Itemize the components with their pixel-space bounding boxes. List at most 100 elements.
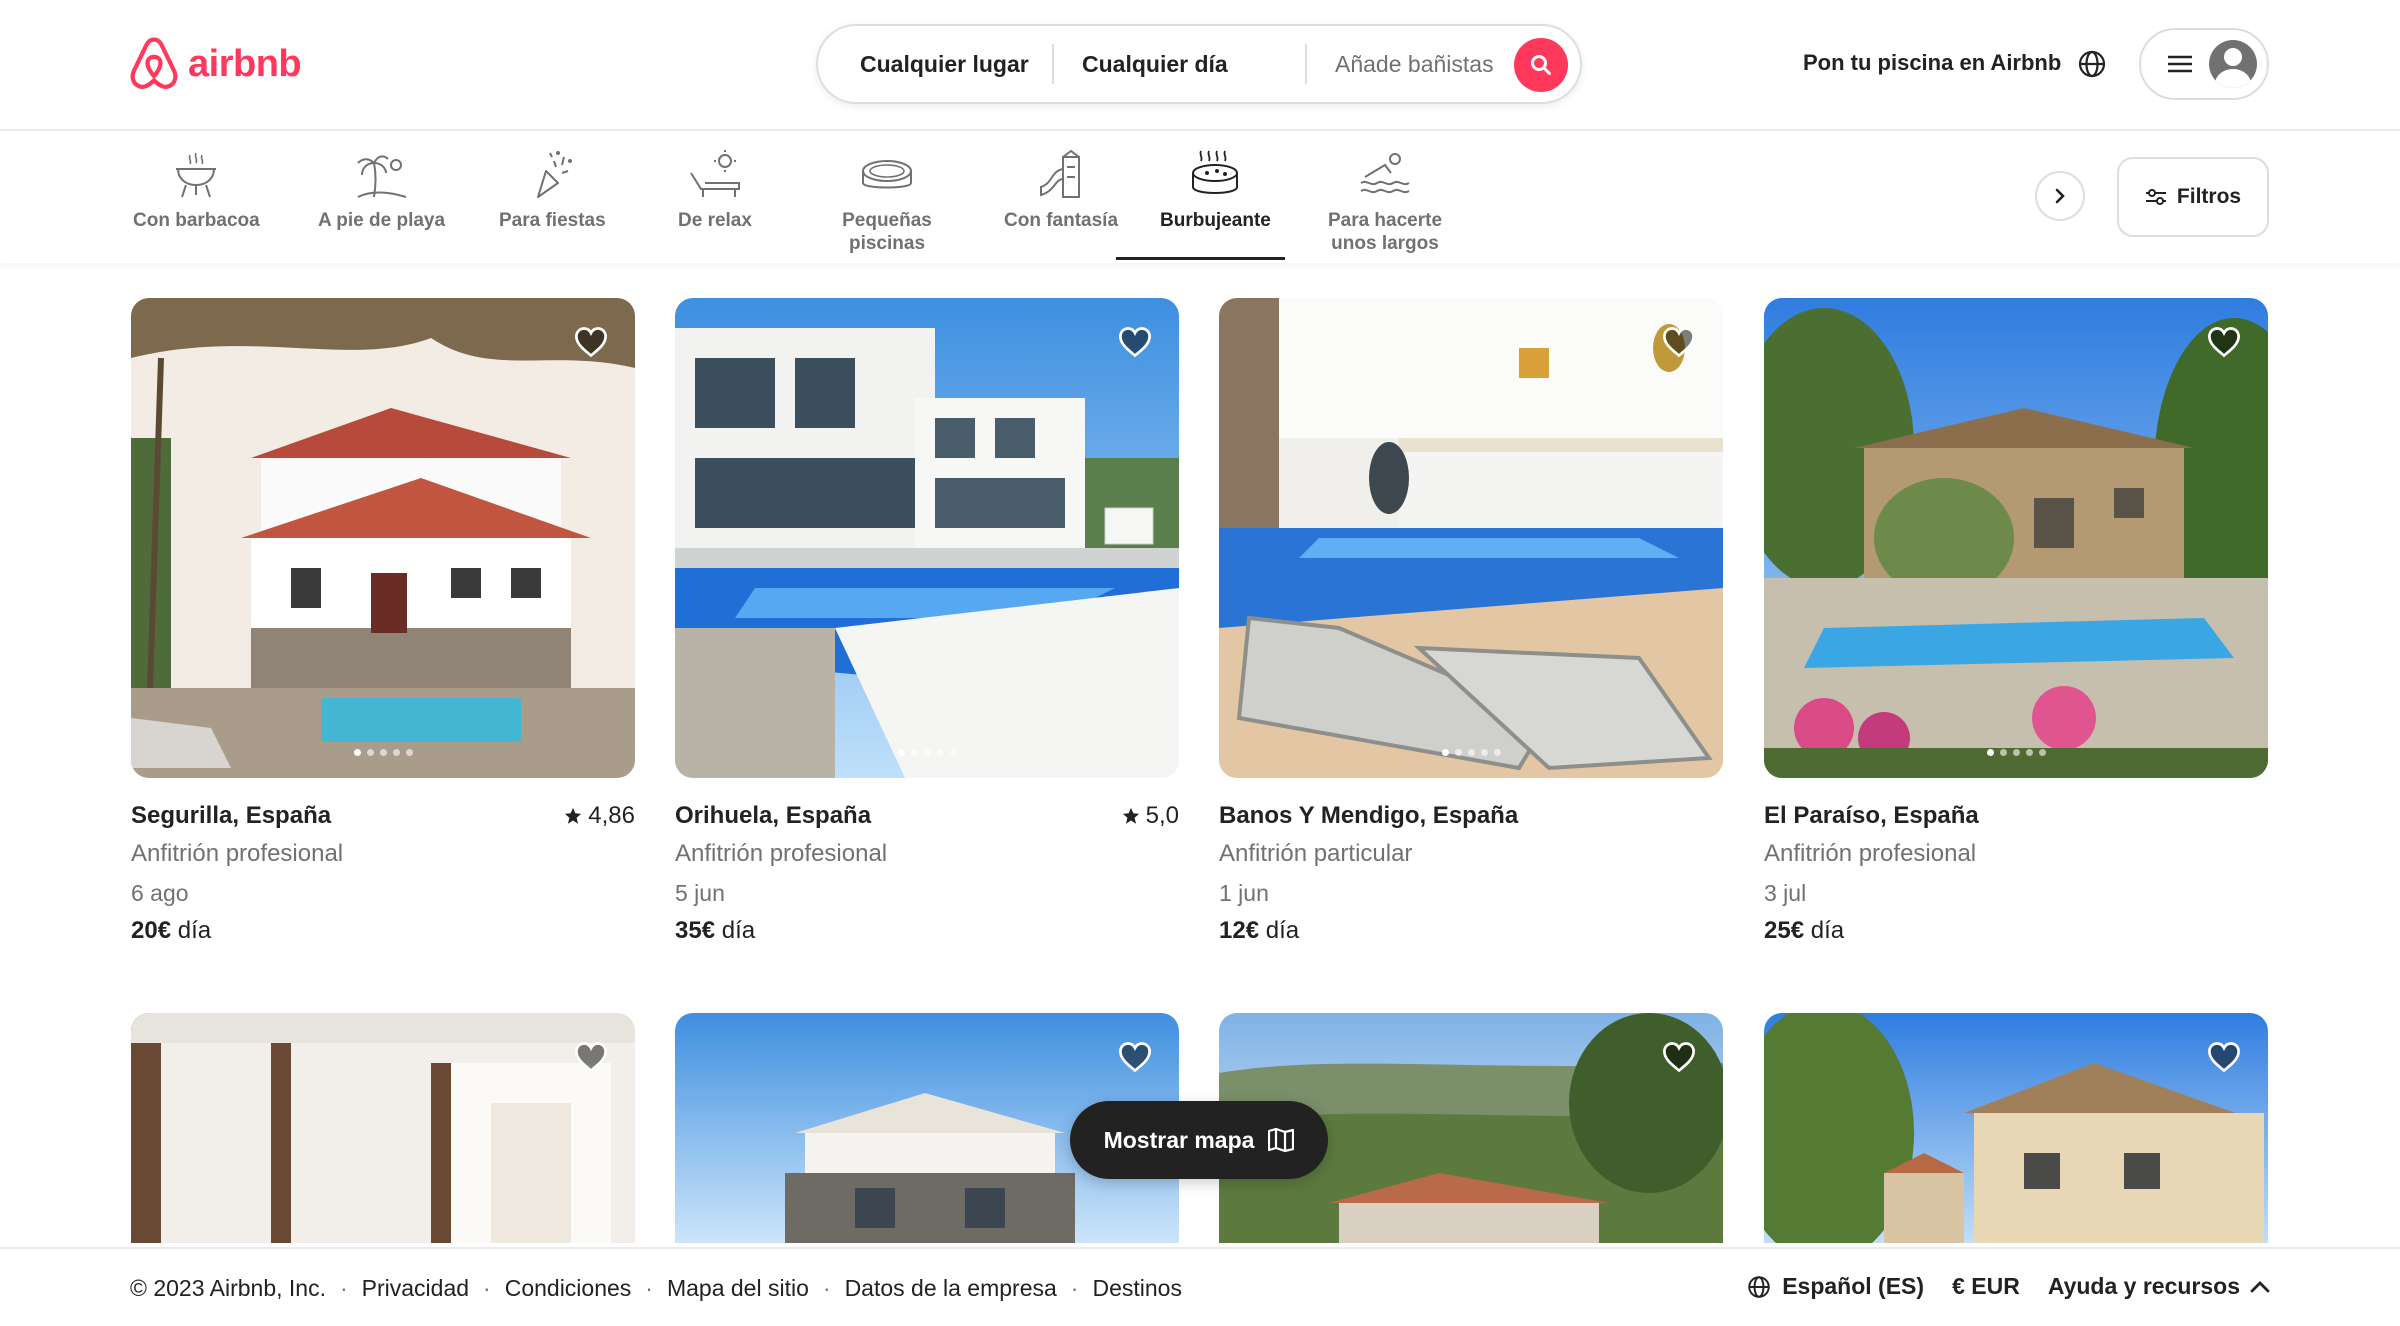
help-resources-button[interactable]: Ayuda y recursos: [2048, 1273, 2270, 1300]
heart-icon[interactable]: [2206, 324, 2242, 360]
globe-icon[interactable]: [2076, 48, 2108, 80]
user-menu-button[interactable]: [2139, 28, 2269, 100]
hamburger-icon: [2168, 55, 2192, 73]
photo-dots: [1219, 749, 1723, 756]
listing-card[interactable]: Segurilla, España 4,86 Anfitrión profesi…: [131, 298, 635, 945]
globe-icon: [1748, 1275, 1770, 1298]
category-label: Con barbacoa: [133, 210, 260, 231]
party-icon: [537, 151, 573, 198]
category-next-button[interactable]: [2035, 171, 2085, 221]
listing-location: El Paraíso, España: [1764, 802, 1979, 829]
listing-card[interactable]: [131, 1013, 635, 1243]
listing-photo[interactable]: [131, 298, 635, 778]
listing-photo[interactable]: [675, 298, 1179, 778]
listing-card[interactable]: [1764, 1013, 2268, 1243]
category-label: Burbujeante: [1160, 210, 1271, 231]
heart-icon[interactable]: [573, 324, 609, 360]
rating-value: 4,86: [588, 802, 635, 829]
listing-location: Segurilla, España: [131, 802, 332, 829]
category-pequenas-piscinas[interactable]: Pequeñas piscinas: [838, 147, 936, 255]
currency-selector[interactable]: € EUR: [1952, 1273, 2020, 1300]
category-para-hacerte-unos-largos[interactable]: Para hacerte unos largos: [1325, 147, 1445, 255]
search-day-field[interactable]: Cualquier día: [1054, 44, 1307, 84]
airbnb-logo[interactable]: airbnb: [128, 36, 302, 92]
category-con-fantasia[interactable]: Con fantasía: [1004, 147, 1118, 232]
avatar: [2209, 40, 2257, 88]
active-category-underline: [1116, 257, 1285, 260]
rating-value: 5,0: [1145, 802, 1179, 829]
category-de-relax[interactable]: De relax: [678, 147, 752, 232]
listing-date: 6 ago: [131, 880, 189, 906]
listing-image: [131, 1013, 635, 1243]
search-icon: [1531, 55, 1551, 75]
category-label: Con fantasía: [1004, 210, 1119, 231]
listing-price: 35€: [675, 917, 716, 944]
heart-icon[interactable]: [2206, 1039, 2242, 1075]
listing-location: Orihuela, España: [675, 802, 872, 829]
listing-photo[interactable]: [131, 1013, 635, 1243]
beach-palm-icon: [356, 155, 406, 198]
host-pool-link[interactable]: Pon tu piscina en Airbnb: [1803, 50, 2061, 76]
listing-image: [1764, 1013, 2268, 1243]
search-place-field[interactable]: Cualquier lugar: [818, 44, 1054, 84]
hot-tub-icon: [1192, 150, 1239, 194]
footer: © 2023 Airbnb, Inc. · Privacidad · Condi…: [0, 1247, 2400, 1326]
heart-icon[interactable]: [1117, 1039, 1153, 1075]
footer-link-sitemap[interactable]: Mapa del sitio: [667, 1275, 809, 1302]
filters-button[interactable]: Filtros: [2117, 157, 2269, 237]
category-label: A pie de playa: [318, 210, 446, 231]
listing-card[interactable]: Orihuela, España 5,0 Anfitrión profesion…: [675, 298, 1179, 945]
footer-link-destinations[interactable]: Destinos: [1092, 1275, 1181, 1302]
listing-host-type: Anfitrión profesional: [675, 840, 888, 867]
sliders-icon: [2145, 189, 2166, 205]
category-a-pie-de-playa[interactable]: A pie de playa: [318, 147, 445, 232]
language-selector[interactable]: Español (ES): [1746, 1273, 1924, 1300]
price-unit: día: [721, 917, 756, 944]
price-unit: día: [177, 917, 212, 944]
category-bar: Con barbacoa A pie de playa Para fiestas…: [0, 133, 2400, 263]
footer-link-privacy[interactable]: Privacidad: [362, 1275, 469, 1302]
footer-link-company-details[interactable]: Datos de la empresa: [845, 1275, 1057, 1302]
waterslide-icon: [1040, 149, 1081, 198]
listing-photo[interactable]: [1219, 298, 1723, 778]
heart-icon[interactable]: [1661, 1039, 1697, 1075]
barbecue-icon: [176, 152, 217, 198]
search-guests-field[interactable]: Añade bañistas: [1307, 44, 1517, 84]
category-label: Para hacerte unos largos: [1327, 210, 1443, 254]
listing-price: 12€: [1219, 917, 1260, 944]
listing-image: [131, 298, 635, 778]
filters-label: Filtros: [2176, 185, 2242, 208]
heart-icon[interactable]: [1117, 324, 1153, 360]
listing-date: 1 jun: [1219, 880, 1269, 906]
map-icon: [1268, 1128, 1295, 1152]
search-button[interactable]: [1514, 38, 1568, 92]
listing-price: 20€: [131, 917, 172, 944]
listing-photo[interactable]: [1764, 298, 2268, 778]
footer-copyright: © 2023 Airbnb, Inc.: [130, 1275, 326, 1301]
listing-rating: 5,0: [1122, 802, 1179, 830]
listing-date: 5 jun: [675, 880, 725, 906]
listing-photo[interactable]: [1764, 1013, 2268, 1243]
category-label: Pequeñas piscinas: [842, 210, 932, 254]
category-para-fiestas[interactable]: Para fiestas: [499, 147, 606, 232]
heart-icon[interactable]: [1661, 324, 1697, 360]
price-unit: día: [1810, 917, 1845, 944]
category-burbujeante[interactable]: Burbujeante: [1160, 147, 1271, 232]
listing-card[interactable]: El Paraíso, España Anfitrión profesional…: [1764, 298, 2268, 945]
search-bar[interactable]: Cualquier lugar Cualquier día Añade bañi…: [816, 24, 1582, 104]
heart-icon[interactable]: [573, 1039, 609, 1075]
listing-card[interactable]: Banos Y Mendigo, España Anfitrión partic…: [1219, 298, 1723, 945]
listing-image: [1764, 298, 2268, 778]
listing-host-type: Anfitrión particular: [1219, 840, 1413, 867]
star-icon: [1122, 807, 1139, 824]
footer-link-terms[interactable]: Condiciones: [505, 1275, 632, 1302]
language-label: Español (ES): [1782, 1273, 1925, 1299]
photo-dots: [131, 749, 635, 756]
listing-price: 25€: [1764, 917, 1805, 944]
category-con-barbacoa[interactable]: Con barbacoa: [133, 147, 260, 232]
top-header: airbnb Cualquier lugar Cualquier día Aña…: [0, 0, 2400, 131]
price-unit: día: [1265, 917, 1300, 944]
show-map-button[interactable]: Mostrar mapa: [1070, 1101, 1328, 1179]
swimmer-icon: [1360, 153, 1410, 194]
photo-dots: [1764, 749, 2268, 756]
